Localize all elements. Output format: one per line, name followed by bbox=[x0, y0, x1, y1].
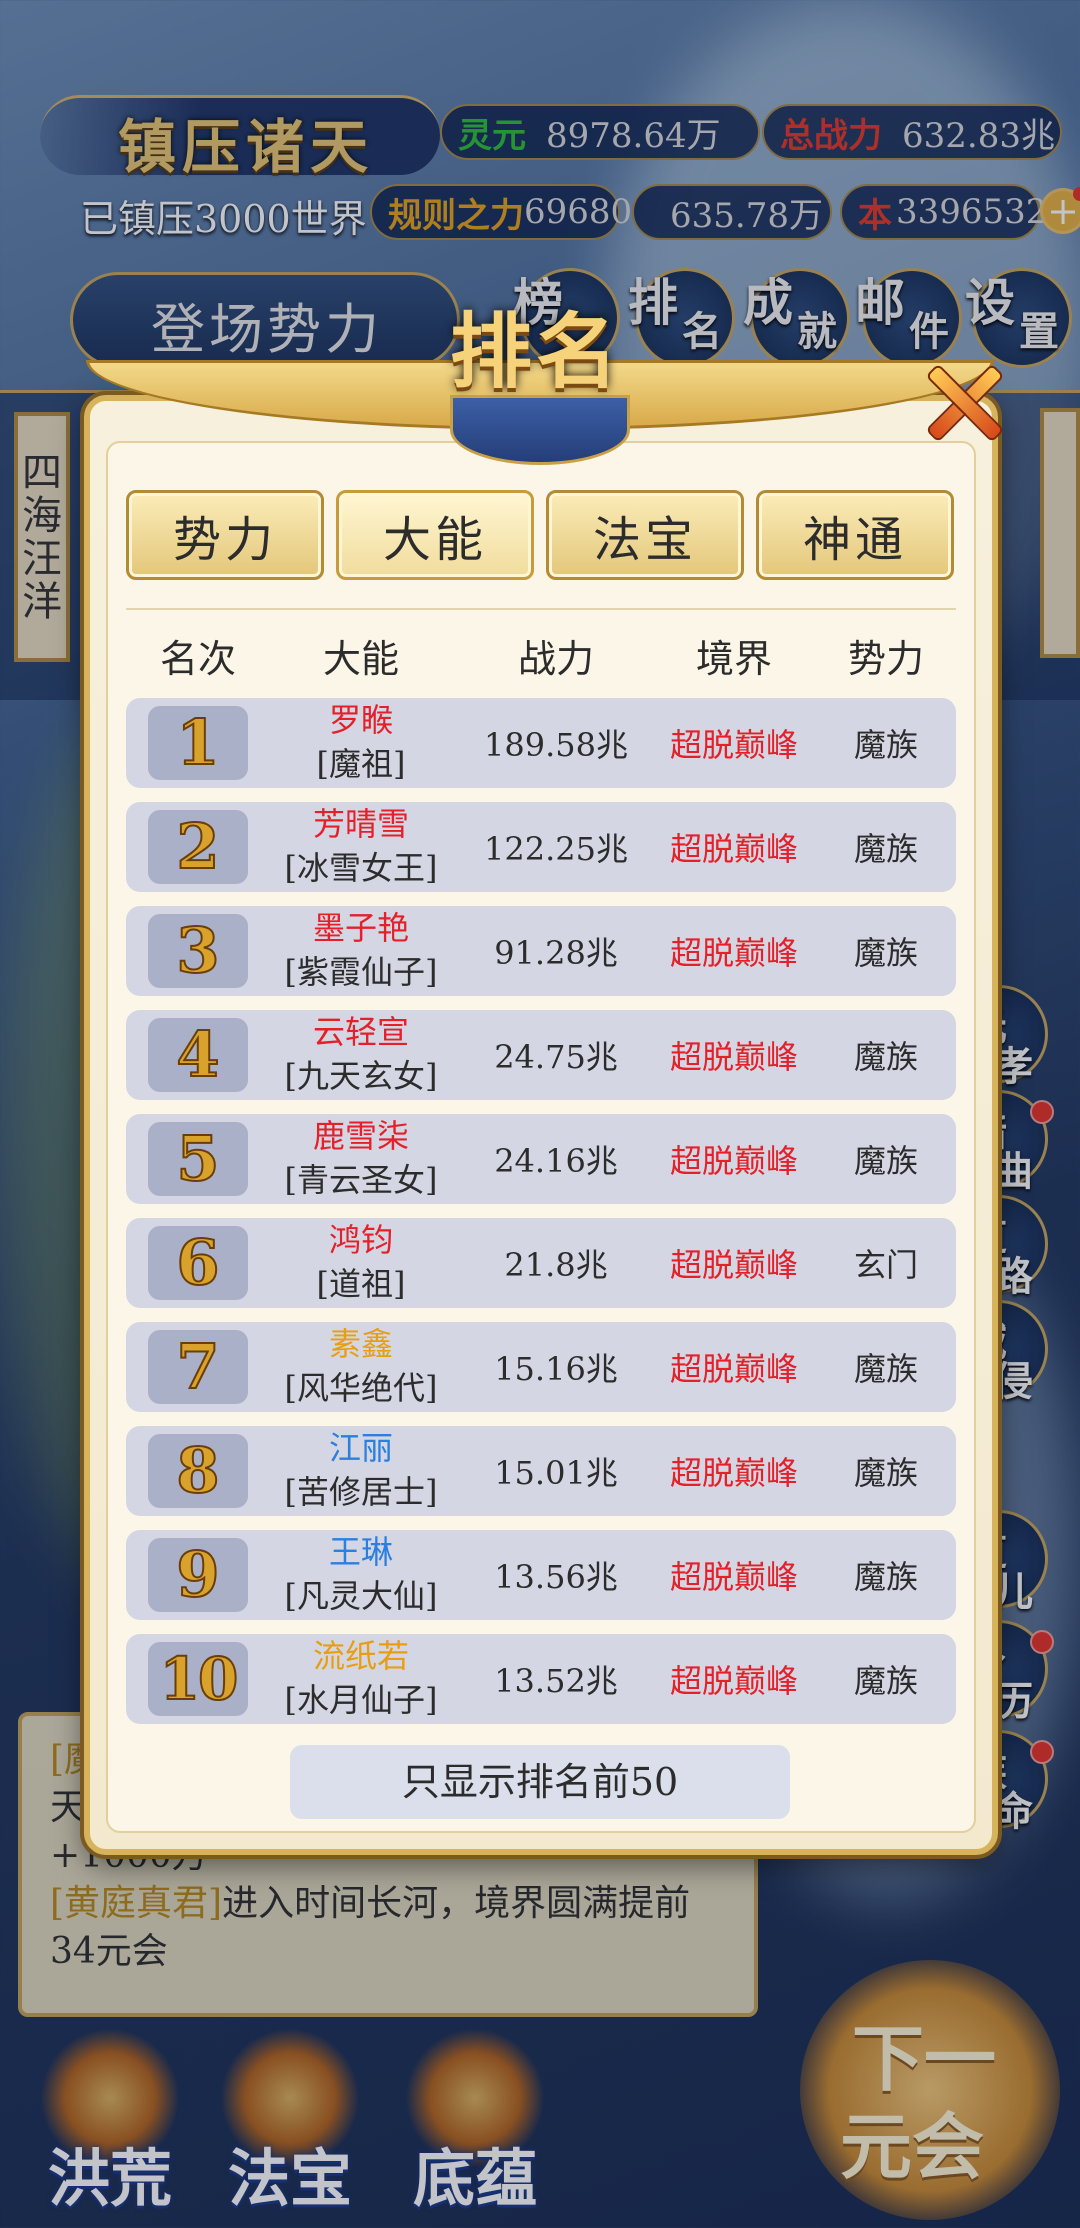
column-header-power: 战力 bbox=[517, 637, 594, 681]
power-value: 15.01兆 bbox=[494, 1454, 618, 1492]
faction-value: 魔族 bbox=[853, 1662, 918, 1700]
character-title: [凡灵大仙] bbox=[284, 1577, 438, 1615]
table-row[interactable]: 8 江丽 [苦修居士] 15.01兆 超脱巅峰 魔族 bbox=[126, 1426, 956, 1516]
name-cell: 鹿雪柒 [青云圣女] bbox=[256, 1114, 466, 1202]
character-title: [青云圣女] bbox=[284, 1161, 438, 1199]
column-header-faction: 势力 bbox=[847, 637, 924, 681]
realm-value: 超脱巅峰 bbox=[669, 1454, 798, 1492]
name-cell: 芳晴雪 [冰雪女王] bbox=[256, 802, 466, 890]
faction-value: 玄门 bbox=[853, 1246, 918, 1284]
close-icon[interactable] bbox=[920, 360, 1000, 440]
table-row[interactable]: 2 芳晴雪 [冰雪女王] 122.25兆 超脱巅峰 魔族 bbox=[126, 802, 956, 892]
power-value: 91.28兆 bbox=[494, 934, 618, 972]
rank-badge: 3 bbox=[148, 913, 248, 988]
power-value: 13.56兆 bbox=[494, 1558, 618, 1596]
tab-forces[interactable]: 势力 bbox=[126, 490, 324, 580]
rank-badge: 2 bbox=[148, 809, 248, 884]
character-name: 王琳 bbox=[328, 1533, 393, 1571]
realm-value: 超脱巅峰 bbox=[669, 1246, 798, 1284]
realm-value: 超脱巅峰 bbox=[669, 726, 798, 764]
divider bbox=[126, 608, 956, 610]
name-cell: 鸿钧 [道祖] bbox=[256, 1218, 466, 1306]
realm-value: 超脱巅峰 bbox=[669, 1038, 798, 1076]
realm-value: 超脱巅峰 bbox=[669, 934, 798, 972]
ranking-tabs: 势力 大能 法宝 神通 bbox=[126, 490, 956, 580]
top50-notice: 只显示排名前50 bbox=[290, 1745, 790, 1819]
tab-abilities[interactable]: 神通 bbox=[756, 490, 954, 580]
character-title: [九天玄女] bbox=[284, 1057, 438, 1095]
rank-badge: 1 bbox=[148, 705, 248, 780]
power-value: 122.25兆 bbox=[484, 830, 628, 868]
power-value: 15.16兆 bbox=[494, 1350, 618, 1388]
character-title: [冰雪女王] bbox=[284, 849, 438, 887]
character-name: 江丽 bbox=[328, 1429, 393, 1467]
modal-title: 排名 bbox=[450, 304, 623, 400]
table-header: 名次 大能 战力 境界 势力 bbox=[126, 628, 956, 688]
faction-value: 魔族 bbox=[853, 1350, 918, 1388]
rank-badge: 10 bbox=[148, 1642, 248, 1716]
rank-badge: 7 bbox=[148, 1329, 248, 1404]
name-cell: 罗睺 [魔祖] bbox=[256, 698, 466, 786]
faction-value: 魔族 bbox=[853, 726, 918, 764]
faction-value: 魔族 bbox=[853, 1142, 918, 1180]
name-cell: 王琳 [凡灵大仙] bbox=[256, 1530, 466, 1618]
column-header-rank: 名次 bbox=[159, 637, 236, 681]
table-row[interactable]: 1 罗睺 [魔祖] 189.58兆 超脱巅峰 魔族 bbox=[126, 698, 956, 788]
character-name: 素鑫 bbox=[328, 1325, 393, 1363]
name-cell: 素鑫 [风华绝代] bbox=[256, 1322, 466, 1410]
table-row[interactable]: 6 鸿钧 [道祖] 21.8兆 超脱巅峰 玄门 bbox=[126, 1218, 956, 1308]
power-value: 21.8兆 bbox=[504, 1246, 608, 1284]
power-value: 189.58兆 bbox=[484, 726, 628, 764]
rank-badge: 4 bbox=[148, 1017, 248, 1092]
character-title: [苦修居士] bbox=[284, 1473, 438, 1511]
name-cell: 墨子艳 [紫霞仙子] bbox=[256, 906, 466, 994]
power-value: 13.52兆 bbox=[494, 1662, 618, 1700]
rank-badge: 5 bbox=[148, 1121, 248, 1196]
column-header-realm: 境界 bbox=[695, 637, 772, 681]
character-title: [道祖] bbox=[316, 1265, 406, 1303]
realm-value: 超脱巅峰 bbox=[669, 1662, 798, 1700]
table-row[interactable]: 3 墨子艳 [紫霞仙子] 91.28兆 超脱巅峰 魔族 bbox=[126, 906, 956, 996]
character-name: 墨子艳 bbox=[312, 909, 409, 947]
column-header-name: 大能 bbox=[322, 637, 399, 681]
faction-value: 魔族 bbox=[853, 830, 918, 868]
table-row[interactable]: 10 流纸若 [水月仙子] 13.52兆 超脱巅峰 魔族 bbox=[126, 1634, 956, 1724]
character-title: [水月仙子] bbox=[284, 1681, 438, 1719]
realm-value: 超脱巅峰 bbox=[669, 1142, 798, 1180]
table-row[interactable]: 9 王琳 [凡灵大仙] 13.56兆 超脱巅峰 魔族 bbox=[126, 1530, 956, 1620]
faction-value: 魔族 bbox=[853, 1558, 918, 1596]
character-name: 流纸若 bbox=[312, 1637, 409, 1675]
rank-badge: 6 bbox=[148, 1225, 248, 1300]
rank-badge: 9 bbox=[148, 1537, 248, 1612]
rank-badge: 8 bbox=[148, 1433, 248, 1508]
power-value: 24.16兆 bbox=[494, 1142, 618, 1180]
tab-treasures[interactable]: 法宝 bbox=[546, 490, 744, 580]
table-row[interactable]: 7 素鑫 [风华绝代] 15.16兆 超脱巅峰 魔族 bbox=[126, 1322, 956, 1412]
character-name: 鹿雪柒 bbox=[312, 1117, 409, 1155]
character-name: 罗睺 bbox=[328, 701, 393, 739]
faction-value: 魔族 bbox=[853, 1038, 918, 1076]
name-cell: 流纸若 [水月仙子] bbox=[256, 1634, 466, 1722]
table-row[interactable]: 5 鹿雪柒 [青云圣女] 24.16兆 超脱巅峰 魔族 bbox=[126, 1114, 956, 1204]
character-name: 鸿钧 bbox=[328, 1221, 393, 1259]
character-name: 芳晴雪 bbox=[312, 805, 409, 843]
tab-great-powers[interactable]: 大能 bbox=[336, 490, 534, 580]
name-cell: 江丽 [苦修居士] bbox=[256, 1426, 466, 1514]
faction-value: 魔族 bbox=[853, 1454, 918, 1492]
table-row[interactable]: 4 云轻宣 [九天玄女] 24.75兆 超脱巅峰 魔族 bbox=[126, 1010, 956, 1100]
banner-medallion bbox=[450, 395, 630, 465]
faction-value: 魔族 bbox=[853, 934, 918, 972]
realm-value: 超脱巅峰 bbox=[669, 1558, 798, 1596]
character-name: 云轻宣 bbox=[312, 1013, 409, 1051]
name-cell: 云轻宣 [九天玄女] bbox=[256, 1010, 466, 1098]
character-title: [风华绝代] bbox=[284, 1369, 438, 1407]
character-title: [魔祖] bbox=[316, 745, 406, 783]
character-title: [紫霞仙子] bbox=[284, 953, 438, 991]
realm-value: 超脱巅峰 bbox=[669, 830, 798, 868]
power-value: 24.75兆 bbox=[494, 1038, 618, 1076]
realm-value: 超脱巅峰 bbox=[669, 1350, 798, 1388]
